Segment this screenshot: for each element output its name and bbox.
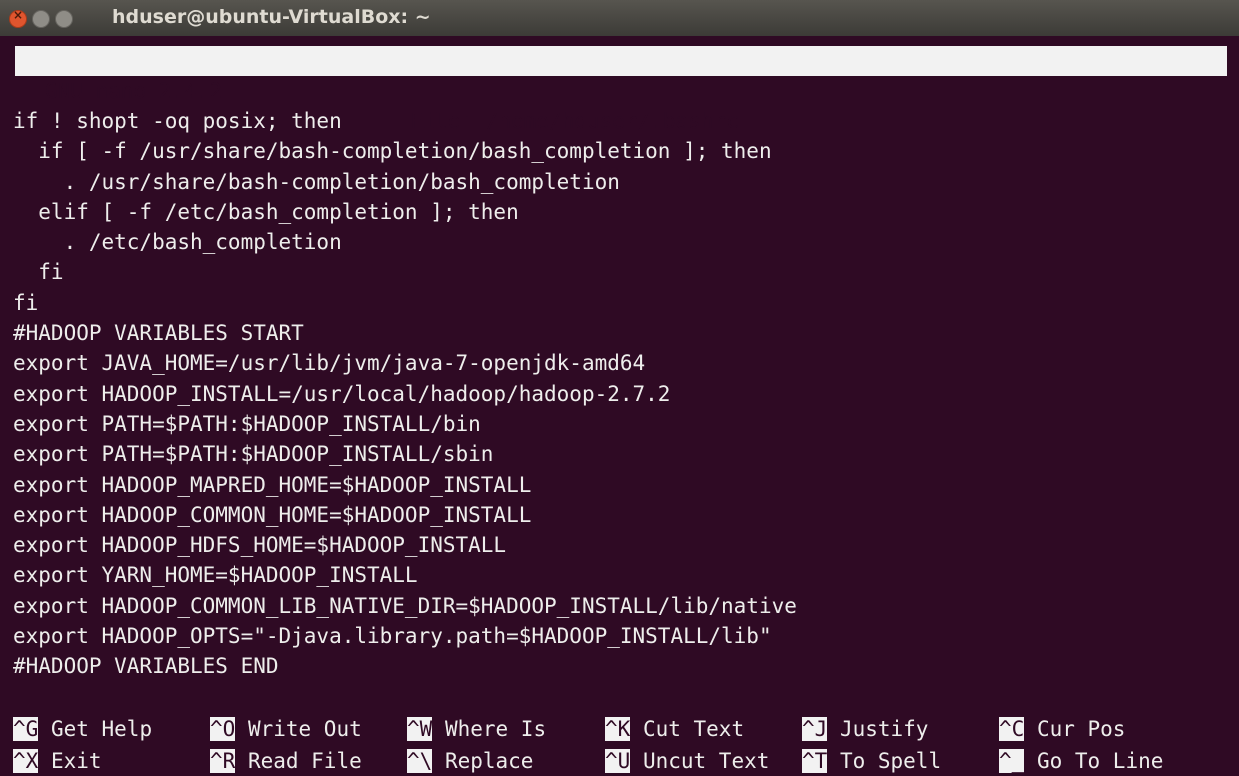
shortcut-key: ^G — [13, 717, 39, 741]
terminal-area[interactable]: GNU nano 2.4.2 File: /home/hduser/.bashr… — [0, 36, 1239, 776]
shortcut-item: ^T To Spell — [802, 746, 941, 776]
editor-line[interactable]: export HADOOP_COMMON_HOME=$HADOOP_INSTAL… — [13, 500, 797, 530]
shortcut-label: Exit — [50, 749, 102, 773]
editor-line[interactable]: export PATH=$PATH:$HADOOP_INSTALL/sbin — [13, 439, 797, 469]
shortcut-item: ^O Write Out — [210, 714, 362, 744]
shortcut-item: ^X Exit — [13, 746, 102, 776]
shortcut-key: ^T — [802, 749, 828, 773]
shortcut-key: ^W — [407, 717, 433, 741]
maximize-button[interactable] — [55, 10, 73, 28]
editor-line[interactable]: export YARN_HOME=$HADOOP_INSTALL — [13, 560, 797, 590]
shortcut-key: ^\ — [407, 749, 433, 773]
editor-line[interactable]: #HADOOP VARIABLES START — [13, 318, 797, 348]
shortcut-item: ^C Cur Pos — [999, 714, 1125, 744]
shortcut-item: ^U Uncut Text — [605, 746, 769, 776]
shortcut-key: ^X — [13, 749, 39, 773]
editor-line[interactable]: export PATH=$PATH:$HADOOP_INSTALL/bin — [13, 409, 797, 439]
shortcut-key: ^O — [210, 717, 236, 741]
window-title: hduser@ubuntu-VirtualBox: ~ — [112, 6, 431, 28]
shortcut-key: ^C — [999, 717, 1025, 741]
shortcut-key: ^K — [605, 717, 631, 741]
editor-line[interactable]: . /usr/share/bash-completion/bash_comple… — [13, 167, 797, 197]
editor-line[interactable]: export JAVA_HOME=/usr/lib/jvm/java-7-ope… — [13, 348, 797, 378]
shortcut-item: ^K Cut Text — [605, 714, 744, 744]
nano-title-bar: GNU nano 2.4.2 File: /home/hduser/.bashr… — [15, 46, 1227, 133]
shortcut-key: ^_ — [999, 749, 1025, 773]
shortcut-label: Go To Line — [1036, 749, 1164, 773]
shortcut-item: ^W Where Is — [407, 714, 546, 744]
editor-line[interactable]: elif [ -f /etc/bash_completion ]; then — [13, 197, 797, 227]
shortcut-label: Get Help — [50, 717, 153, 741]
nano-version: GNU nano 2.4.2 — [45, 79, 223, 103]
shortcut-label: To Spell — [839, 749, 942, 773]
close-icon: × — [12, 8, 24, 22]
file-content[interactable]: if ! shopt -oq posix; then if [ -f /usr/… — [13, 106, 797, 682]
shortcut-label: Justify — [839, 717, 929, 741]
editor-line[interactable]: export HADOOP_HDFS_HOME=$HADOOP_INSTALL — [13, 530, 797, 560]
shortcut-label: Read File — [247, 749, 362, 773]
editor-line[interactable]: #HADOOP VARIABLES END — [13, 651, 797, 681]
shortcut-label: Cur Pos — [1036, 717, 1126, 741]
editor-line[interactable]: if [ -f /usr/share/bash-completion/bash_… — [13, 136, 797, 166]
shortcut-bar: ^G Get Help ^O Write Out ^W Where Is ^K Cut… — [13, 714, 1228, 776]
shortcut-item: ^\ Replace — [407, 746, 533, 776]
shortcut-item: ^_ Go To Line — [999, 746, 1163, 776]
shortcut-label: Replace — [444, 749, 534, 773]
editor-line[interactable]: if ! shopt -oq posix; then — [13, 106, 797, 136]
shortcut-label: Uncut Text — [642, 749, 770, 773]
shortcut-key: ^U — [605, 749, 631, 773]
editor-line[interactable]: export HADOOP_OPTS="-Djava.library.path=… — [13, 621, 797, 651]
minimize-button[interactable] — [32, 10, 50, 28]
shortcut-item: ^G Get Help — [13, 714, 152, 744]
close-button[interactable]: × — [9, 8, 27, 28]
editor-line[interactable]: export HADOOP_MAPRED_HOME=$HADOOP_INSTAL… — [13, 470, 797, 500]
shortcut-label: Write Out — [247, 717, 362, 741]
window-titlebar[interactable]: × hduser@ubuntu-VirtualBox: ~ — [0, 0, 1239, 36]
editor-line[interactable]: export HADOOP_COMMON_LIB_NATIVE_DIR=$HAD… — [13, 591, 797, 621]
shortcut-item: ^J Justify — [802, 714, 928, 744]
shortcut-label: Cut Text — [642, 717, 745, 741]
shortcut-label: Where Is — [444, 717, 547, 741]
editor-line[interactable]: export HADOOP_INSTALL=/usr/local/hadoop/… — [13, 379, 797, 409]
editor-line[interactable]: fi — [13, 257, 797, 287]
shortcut-item: ^R Read File — [210, 746, 362, 776]
shortcut-key: ^R — [210, 749, 236, 773]
editor-line[interactable]: fi — [13, 288, 797, 318]
shortcut-key: ^J — [802, 717, 828, 741]
editor-line[interactable]: . /etc/bash_completion — [13, 227, 797, 257]
